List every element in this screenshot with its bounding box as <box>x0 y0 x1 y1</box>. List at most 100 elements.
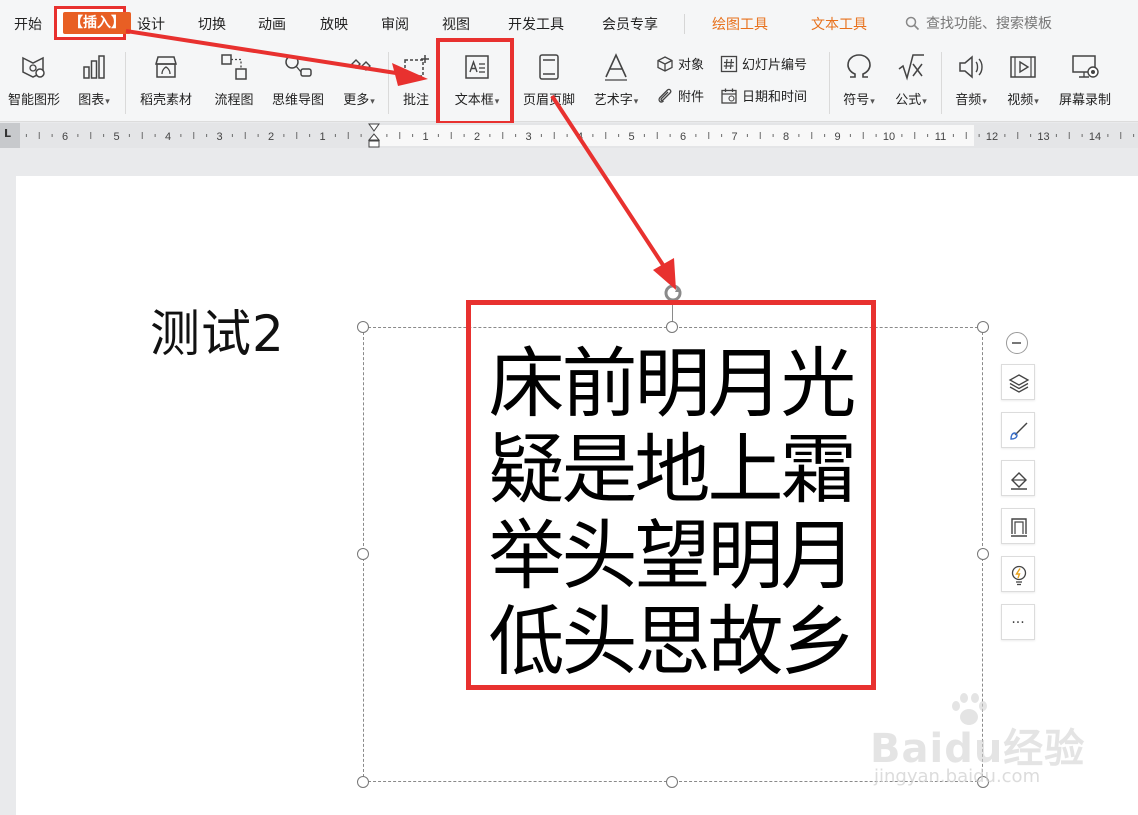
resize-handle-bottom[interactable] <box>666 776 678 788</box>
tab-slideshow[interactable]: 放映 <box>320 14 348 34</box>
poem-line: 疑是地上霜 <box>488 425 857 514</box>
watermark: Baidu经验 jingyan.baidu.com <box>870 693 1090 795</box>
mindmap-button[interactable]: 思维导图 <box>266 46 330 108</box>
tab-text-tools[interactable]: 文本工具 <box>811 14 867 34</box>
ruler-number: 3 <box>216 131 222 143</box>
hash-icon <box>720 55 738 72</box>
mindmap-icon <box>285 55 312 77</box>
more-dots-icon: ··· <box>1011 615 1025 631</box>
video-button[interactable]: 视频▾ <box>1000 46 1046 108</box>
tab-stop-selector[interactable]: L <box>0 123 20 148</box>
header-footer-label: 页眉页脚 <box>522 93 575 108</box>
more-button[interactable]: 更多▾ <box>336 46 382 108</box>
tab-review[interactable]: 审阅 <box>381 14 409 34</box>
tab-developer[interactable]: 开发工具 <box>508 14 564 34</box>
comment-label: 批注 <box>402 93 429 108</box>
tab-design[interactable]: 设计 <box>137 14 165 34</box>
tab-drawing-tools[interactable]: 绘图工具 <box>712 14 768 34</box>
attachment-button[interactable]: 附件 <box>656 86 704 105</box>
header-footer-button[interactable]: 页眉页脚 <box>517 46 581 108</box>
poem-highlight-box[interactable]: 床前明月光 疑是地上霜 举头望明月 低头思故乡 <box>466 300 876 690</box>
ruler-number: 2 <box>474 131 480 143</box>
ruler-number: 4 <box>577 131 583 143</box>
smart-graphic-icon <box>22 56 45 78</box>
more-label: 更多 <box>343 93 370 108</box>
tab-view[interactable]: 视图 <box>442 14 470 34</box>
outline-button[interactable] <box>1001 508 1035 544</box>
tab-member[interactable]: 会员专享 <box>602 14 658 34</box>
ruler-number: 4 <box>165 131 171 143</box>
layer-button[interactable] <box>1001 364 1035 400</box>
docer-material-button[interactable]: 稻壳素材 <box>134 46 198 108</box>
resize-handle-top-right[interactable] <box>977 321 989 333</box>
ruler-number: 6 <box>680 131 686 143</box>
ribbon-divider <box>125 52 126 114</box>
smart-graphic-button[interactable]: 智能图形 <box>2 46 66 108</box>
brush-icon <box>1010 422 1028 440</box>
add-comment-icon <box>404 55 429 77</box>
chevron-down-icon: ▾ <box>105 97 110 107</box>
audio-button[interactable]: 音频▾ <box>948 46 994 108</box>
slide-title-text[interactable]: 测试2 <box>150 294 285 366</box>
fill-button[interactable] <box>1001 460 1035 496</box>
comment-button[interactable]: 批注 <box>396 46 436 108</box>
ruler-number: 12 <box>986 131 998 143</box>
formula-button[interactable]: 公式▾ <box>888 46 934 108</box>
flowchart-button[interactable]: 流程图 <box>208 46 260 108</box>
attachment-label: 附件 <box>678 90 705 105</box>
date-time-button[interactable]: 日期和时间 <box>720 86 807 105</box>
more-grid-icon <box>351 59 371 71</box>
ruler-number: 8 <box>783 131 789 143</box>
ruler-number: 11 <box>935 131 946 143</box>
tab-start[interactable]: 开始 <box>14 14 42 34</box>
collapse-toolbar-button[interactable] <box>1006 332 1028 354</box>
video-label: 视频 <box>1007 93 1034 108</box>
chevron-down-icon: ▾ <box>1034 97 1039 107</box>
docer-material-label: 稻壳素材 <box>139 93 192 108</box>
speaker-icon <box>959 55 983 79</box>
ribbon-toolbar: 智能图形 图表▾ 稻壳素材 流程图 思维导图 更多▾ 批注 文本框▾ 页眉页脚 … <box>0 44 1138 122</box>
resize-handle-right[interactable] <box>977 548 989 560</box>
screen-record-label: 屏幕录制 <box>1058 93 1111 108</box>
style-button[interactable] <box>1001 412 1035 448</box>
smart-beautify-button[interactable] <box>1001 556 1035 592</box>
omega-icon <box>847 54 871 78</box>
more-options-button[interactable]: ··· <box>1001 604 1035 640</box>
tab-insert[interactable]: 插入 <box>63 12 131 34</box>
fill-bucket-icon <box>1011 472 1027 490</box>
bar-chart-icon <box>83 55 105 79</box>
ruler-number: 7 <box>731 131 737 143</box>
header-footer-icon <box>539 54 559 80</box>
ruler-number: 9 <box>834 131 840 143</box>
object-button[interactable]: 对象 <box>656 54 704 73</box>
resize-handle-bottom-left[interactable] <box>357 776 369 788</box>
search-box[interactable]: 查找功能、搜索模板 <box>905 13 1052 33</box>
smart-graphic-label: 智能图形 <box>7 93 60 108</box>
indent-marker-icon[interactable] <box>367 123 381 148</box>
chevron-down-icon: ▾ <box>633 97 639 107</box>
wordart-button[interactable]: 艺术字▾ <box>588 46 644 108</box>
ruler-number: 5 <box>628 131 634 143</box>
layers-icon <box>1008 374 1030 393</box>
formula-icon <box>898 54 924 81</box>
symbol-button[interactable]: 符号▾ <box>836 46 882 108</box>
chart-button[interactable]: 图表▾ <box>70 46 118 108</box>
symbol-label: 符号 <box>843 93 870 108</box>
chevron-down-icon: ▾ <box>870 97 875 107</box>
slide-number-label: 幻灯片编号 <box>742 58 808 73</box>
tab-animation[interactable]: 动画 <box>258 14 286 34</box>
screen-record-icon <box>1072 55 1099 78</box>
resize-handle-left[interactable] <box>357 548 369 560</box>
ruler-number: 6 <box>62 131 68 143</box>
flowchart-icon <box>221 54 247 80</box>
tab-transition[interactable]: 切换 <box>198 14 226 34</box>
slide-number-button[interactable]: 幻灯片编号 <box>720 54 807 73</box>
audio-label: 音频 <box>955 93 982 108</box>
flowchart-label: 流程图 <box>214 93 254 108</box>
resize-handle-top-left[interactable] <box>357 321 369 333</box>
ruler-number: 14 <box>1089 131 1101 143</box>
ruler-number: 13 <box>1037 131 1049 143</box>
screen-record-button[interactable]: 屏幕录制 <box>1052 46 1118 108</box>
horizontal-ruler[interactable]: 6 5 4 3 2 1 1 2 3 4 5 6 7 8 9 10 11 12 13 14 L <box>0 123 1138 148</box>
tab-stop-label: L <box>4 127 12 140</box>
